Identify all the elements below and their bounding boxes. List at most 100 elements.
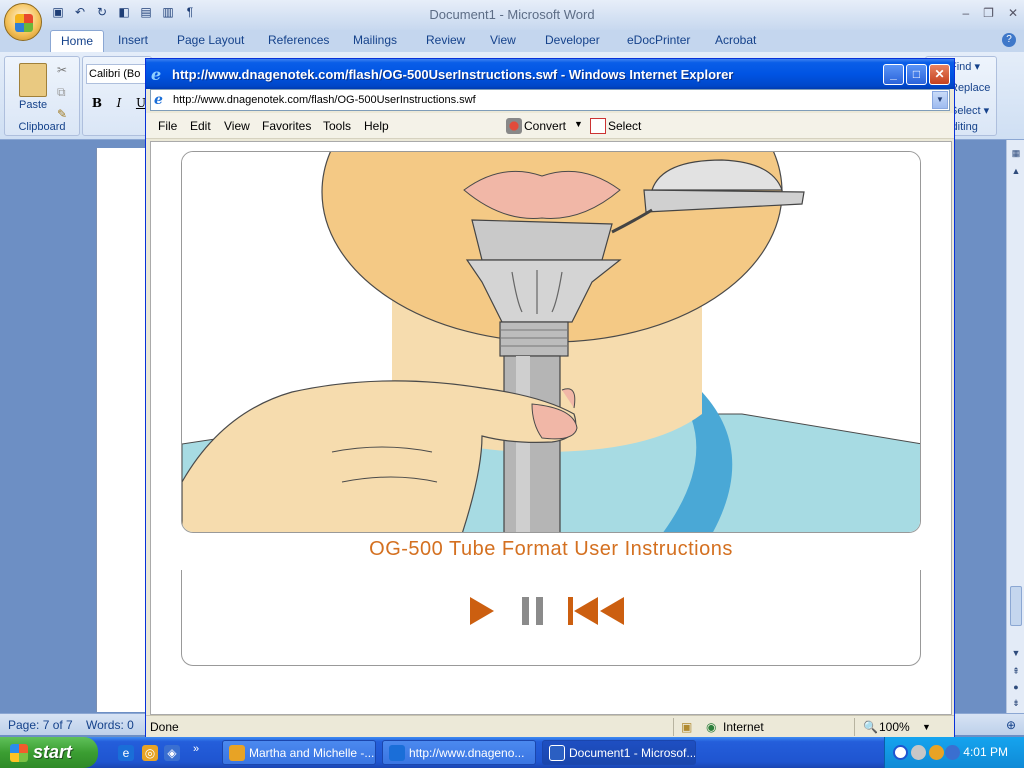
address-dropdown-icon[interactable]: ▼ [932,91,948,109]
font-name-box[interactable]: Calibri (Bo [86,64,146,84]
word-icon [549,745,565,761]
scroll-up-icon[interactable]: ▲ [1010,166,1022,178]
zoom-icon[interactable]: 🔍 [863,720,878,734]
quicklaunch-outlook-icon[interactable]: ◎ [142,745,158,761]
zone-label[interactable]: Internet [723,720,764,734]
clock: 4:01 PM [963,745,1008,759]
menu-view[interactable]: View [224,119,250,133]
ie-window: e http://www.dnagenotek.com/flash/OG-500… [145,58,955,737]
taskbar-button-word[interactable]: Document1 - Microsof... [542,740,696,765]
paste-button-label[interactable]: Paste [19,99,47,111]
outlook-icon [229,745,245,761]
page-count[interactable]: Page: 7 of 7 [8,718,73,732]
taskbar-button-ie[interactable]: http://www.dnageno... [382,740,536,765]
tab-mailings[interactable]: Mailings [353,33,397,47]
menu-file[interactable]: File [158,119,177,133]
quicklaunch-app-icon[interactable]: ◈ [164,745,180,761]
word-window-controls: – ❐ ✕ [962,6,1018,20]
tray-audio-icon[interactable] [945,745,960,760]
office-logo-icon [15,14,33,32]
ie-content-area: OG-500 Tube Format User Instructions [150,141,952,715]
tab-page-layout[interactable]: Page Layout [177,33,244,47]
format-painter-icon[interactable]: ✎ [57,107,67,121]
quicklaunch-more-icon[interactable]: » [188,741,204,757]
taskbar-button-label: Martha and Michelle -... [249,746,375,760]
taskbar: start e ◎ ◈ » Martha and Michelle -... h… [0,737,1024,768]
flash-title: OG-500 Tube Format User Instructions [369,538,733,560]
italic-button[interactable]: I [110,94,128,112]
convert-icon[interactable] [506,118,522,134]
status-separator [673,718,674,736]
zoom-dropdown-icon[interactable]: ▼ [922,722,931,732]
ie-close-button[interactable]: ✕ [929,64,950,85]
tray-outlook-icon[interactable] [929,745,944,760]
system-tray: 4:01 PM [884,737,1024,768]
ie-minimize-button[interactable]: _ [883,64,904,85]
clipboard-group-label: Clipboard [18,121,66,133]
address-bar[interactable]: e http://www.dnagenotek.com/flash/OG-500… [150,89,950,111]
zoom-in-icon[interactable]: ⊕ [1006,718,1016,732]
status-separator [854,718,855,736]
restore-icon[interactable]: ❐ [983,6,994,20]
ie-icon [389,745,405,761]
player-controls [181,570,921,666]
bold-button[interactable]: B [88,94,106,112]
address-url[interactable]: http://www.dnagenotek.com/flash/OG-500Us… [173,94,476,106]
close-icon[interactable]: ✕ [1008,6,1018,20]
word-count[interactable]: Words: 0 [86,718,134,732]
word-title-bar: ▣ ↶ ↻ ◧ ▤ ▥ ¶ Document1 - Microsoft Word… [0,0,1024,30]
office-button[interactable] [4,3,42,41]
tube-illustration-svg [182,152,920,532]
page-icon: e [154,92,163,108]
start-button[interactable]: start [0,737,98,768]
vertical-scrollbar[interactable]: ▦ ▲ ▼ ⇞ ● ⇟ [1006,140,1024,714]
menu-favorites[interactable]: Favorites [262,119,311,133]
replace-button[interactable]: Replace [950,82,990,94]
help-icon[interactable]: ? [1002,33,1016,47]
taskbar-button-label: http://www.dnageno... [409,746,525,760]
globe-icon: ◉ [706,720,717,734]
select-button[interactable]: Select [608,119,641,133]
quicklaunch-ie-icon[interactable]: e [118,745,134,761]
tab-edocprinter[interactable]: eDocPrinter [627,33,690,47]
security-icon[interactable]: ▣ [681,720,692,734]
ruler-toggle-icon[interactable]: ▦ [1010,148,1022,160]
copy-icon[interactable]: ⧉ [57,85,66,100]
ie-maximize-button[interactable]: □ [906,64,927,85]
scrollbar-thumb[interactable] [1010,586,1022,626]
select-icon[interactable] [590,118,606,134]
flash-illustration [181,151,921,533]
cut-icon[interactable]: ✂ [57,63,67,77]
paste-icon[interactable] [19,63,47,97]
browse-object-icon[interactable]: ● [1010,682,1022,694]
clipboard-group: Paste ✂ ⧉ ✎ Clipboard [4,56,80,136]
menu-tools[interactable]: Tools [323,119,351,133]
pause-button[interactable] [514,594,554,628]
taskbar-button-outlook[interactable]: Martha and Michelle -... [222,740,376,765]
tab-developer[interactable]: Developer [545,33,600,47]
minimize-icon[interactable]: – [962,6,969,20]
rewind-button[interactable] [564,594,630,628]
menu-help[interactable]: Help [364,119,389,133]
tray-network-icon[interactable] [911,745,926,760]
status-text: Done [150,720,179,734]
convert-button[interactable]: Convert [524,119,566,133]
convert-dropdown-icon[interactable]: ▼ [574,119,583,129]
previous-page-icon[interactable]: ⇞ [1010,666,1022,678]
scroll-down-icon[interactable]: ▼ [1010,648,1022,660]
ie-menu-bar: File Edit View Favorites Tools Help Conv… [146,113,954,139]
select-button[interactable]: Select ▾ [950,104,989,117]
tab-view[interactable]: View [490,33,516,47]
taskbar-button-label: Document1 - Microsof... [569,746,696,760]
menu-edit[interactable]: Edit [190,119,211,133]
play-button[interactable] [464,594,504,628]
tray-expand-icon[interactable] [893,745,908,760]
tab-review[interactable]: Review [426,33,465,47]
tab-home[interactable]: Home [50,30,105,52]
tab-insert[interactable]: Insert [118,33,148,47]
tab-references[interactable]: References [268,33,329,47]
zoom-level[interactable]: 100% [879,720,910,734]
ie-title-bar[interactable]: e http://www.dnagenotek.com/flash/OG-500… [146,59,954,89]
tab-acrobat[interactable]: Acrobat [715,33,756,47]
next-page-icon[interactable]: ⇟ [1010,698,1022,710]
